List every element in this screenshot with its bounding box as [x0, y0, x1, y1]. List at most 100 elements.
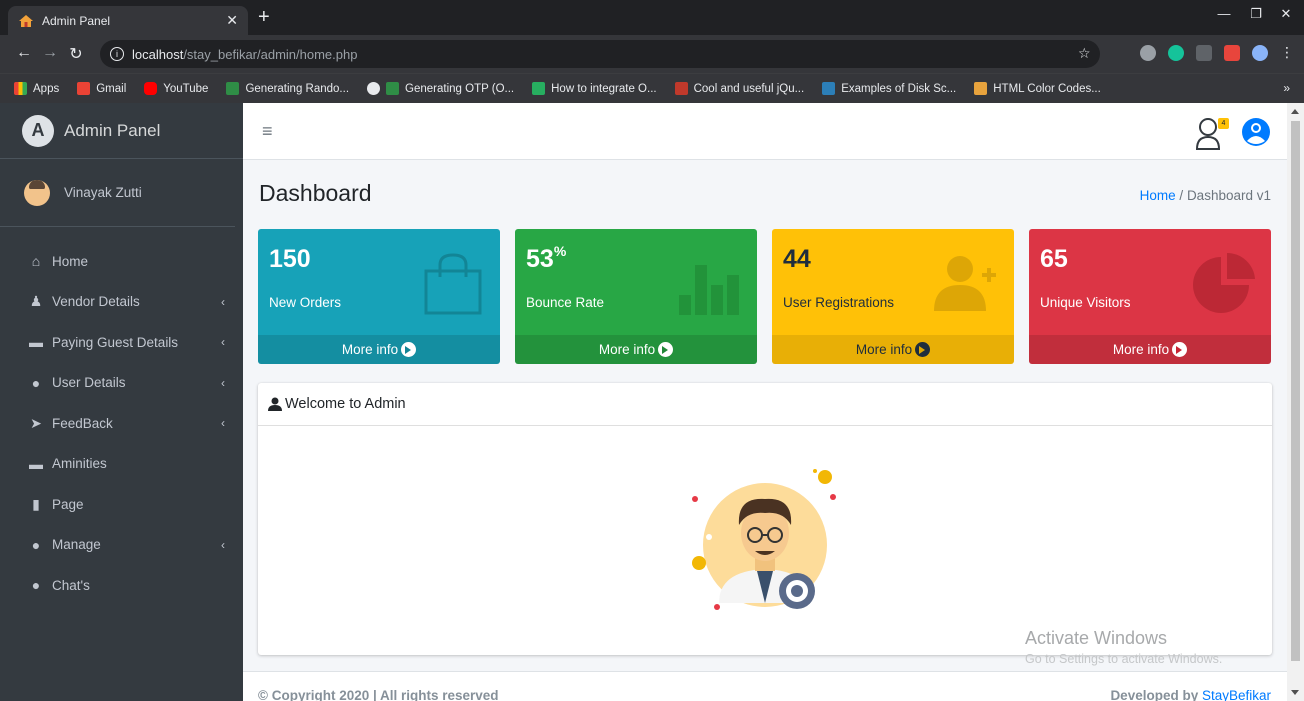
- site-info-icon[interactable]: i: [110, 47, 124, 61]
- more-info-link[interactable]: More info: [772, 335, 1014, 364]
- sidebar-item-manage[interactable]: ● Manage ‹: [0, 525, 243, 566]
- activate-windows-subtitle: Go to Settings to activate Windows.: [1025, 652, 1223, 666]
- chevron-left-icon: ‹: [221, 537, 225, 552]
- bookmark-star-icon[interactable]: ☆: [1078, 45, 1091, 62]
- stat-value: 150: [269, 245, 311, 273]
- main-content: ≡ 4 Dashboard Home / Dashboard v1 150 Ne…: [243, 103, 1287, 701]
- bed-icon: ▬: [29, 455, 43, 472]
- male-icon: ♟: [29, 293, 43, 310]
- user-panel[interactable]: Vinayak Zutti: [0, 159, 235, 227]
- forward-icon[interactable]: →: [40, 44, 60, 62]
- breadcrumb-home-link[interactable]: Home: [1140, 188, 1176, 203]
- profile-icon[interactable]: [1252, 44, 1268, 61]
- chevron-left-icon: ‹: [221, 294, 225, 309]
- bar-chart-icon: [679, 265, 739, 315]
- bookmark-youtube[interactable]: YouTube: [144, 82, 208, 95]
- page-footer: © Copyright 2020 | All rights reserved D…: [243, 671, 1287, 701]
- tab-close-icon[interactable]: ✕: [226, 12, 238, 29]
- new-tab-icon[interactable]: +: [258, 6, 270, 28]
- shopping-bag-icon: [424, 253, 482, 315]
- more-info-link[interactable]: More info: [258, 335, 500, 364]
- bookmark-disk-scheduling[interactable]: Examples of Disk Sc...: [822, 82, 956, 95]
- more-info-link[interactable]: More info: [515, 335, 757, 364]
- bookmark-cool-jquery[interactable]: Cool and useful jQu...: [674, 82, 804, 95]
- brand-link[interactable]: A Admin Panel: [0, 103, 243, 159]
- bookmark-apps[interactable]: Apps: [14, 82, 59, 95]
- chevron-left-icon: ‹: [221, 416, 225, 431]
- card-header: Welcome to Admin: [258, 383, 1272, 426]
- extension-s-icon[interactable]: [1196, 44, 1212, 61]
- page-title: Dashboard: [259, 180, 372, 206]
- bookmark-gmail[interactable]: Gmail: [77, 82, 126, 95]
- extension-new-icon[interactable]: [1224, 44, 1240, 61]
- more-info-link[interactable]: More info: [1029, 335, 1271, 364]
- avatar: [24, 179, 50, 206]
- minimize-icon[interactable]: —: [1214, 6, 1234, 21]
- sidebar-item-user-details[interactable]: ● User Details ‹: [0, 363, 243, 404]
- sidebar-item-feedback[interactable]: ➤ FeedBack ‹: [0, 403, 243, 444]
- house-favicon-icon: [19, 14, 33, 27]
- bookmark-html-color-codes[interactable]: HTML Color Codes...: [974, 82, 1101, 95]
- stat-value: 44: [783, 245, 811, 273]
- url-input[interactable]: i localhost/stay_befikar/admin/home.php: [100, 40, 1100, 68]
- back-icon[interactable]: ←: [14, 44, 34, 62]
- hamburger-menu-icon[interactable]: ≡: [262, 121, 273, 142]
- youtube-icon: [144, 82, 158, 95]
- breadcrumb-current: Dashboard v1: [1186, 188, 1271, 203]
- extension-shield-icon[interactable]: [1140, 44, 1156, 61]
- tab-title: Admin Panel: [42, 13, 111, 28]
- stat-box-unique-visitors: 65 Unique Visitors More info: [1029, 229, 1271, 364]
- sidebar-item-home[interactable]: ⌂ Home: [0, 241, 243, 282]
- url-path: /stay_befikar/admin/home.php: [183, 46, 358, 62]
- account-circle-icon[interactable]: [1241, 117, 1271, 147]
- s-icon: [532, 82, 546, 95]
- user-plus-icon: [934, 256, 996, 311]
- chevron-left-icon: ‹: [221, 375, 225, 390]
- restore-icon[interactable]: ❐: [1246, 6, 1266, 22]
- stat-label: User Registrations: [783, 295, 895, 310]
- bookmarks-overflow-icon[interactable]: »: [1283, 81, 1290, 95]
- top-navbar: ≡ 4: [243, 103, 1287, 160]
- sidebar-item-vendor-details[interactable]: ♟ Vendor Details ‹: [0, 282, 243, 323]
- bookmark-generating-otp[interactable]: Generating OTP (O...: [367, 82, 514, 95]
- gfg-icon: [226, 82, 240, 95]
- stat-box-user-registrations: 44 User Registrations More info: [772, 229, 1014, 364]
- sidebar-item-aminities[interactable]: ▬ Aminities: [0, 444, 243, 485]
- extension-grammarly-icon[interactable]: [1168, 44, 1184, 61]
- sidebar: A Admin Panel Vinayak Zutti ⌂ Home ♟ Ven…: [0, 103, 243, 701]
- bookmark-generating-random[interactable]: Generating Rando...: [226, 82, 349, 95]
- arrow-circle-right-icon: [915, 342, 931, 357]
- sidebar-item-page[interactable]: ▮ Page: [0, 484, 243, 525]
- url-host: localhost: [132, 46, 184, 62]
- chevron-left-icon: ‹: [221, 335, 225, 350]
- address-bar: ← → ↻ i localhost/stay_befikar/admin/hom…: [0, 35, 1304, 73]
- close-window-icon[interactable]: ✕: [1276, 6, 1296, 22]
- extension-icons: ⋮: [1140, 44, 1294, 61]
- stat-label: New Orders: [269, 295, 342, 310]
- comments-icon: ●: [31, 577, 41, 594]
- stat-boxes: 150 New Orders More info 53% Bounce Rate…: [258, 229, 1272, 364]
- menu-kebab-icon[interactable]: ⋮: [1280, 44, 1294, 61]
- cs-icon: [822, 82, 836, 95]
- bookmarks-bar: Apps Gmail YouTube Generating Rando... G…: [0, 73, 1304, 103]
- gmail-icon: [77, 82, 91, 95]
- sidebar-item-chats[interactable]: ● Chat's: [0, 565, 243, 606]
- scroll-up-icon[interactable]: [1291, 109, 1299, 114]
- welcome-card: Welcome to Admin: [258, 383, 1272, 655]
- brand-text: Admin Panel: [64, 120, 161, 140]
- scroll-thumb[interactable]: [1291, 121, 1300, 661]
- scroll-down-icon[interactable]: [1291, 690, 1299, 695]
- bookmark-how-to-integrate[interactable]: How to integrate O...: [532, 82, 657, 95]
- page-scrollbar[interactable]: [1287, 103, 1304, 701]
- users-icon: ●: [31, 374, 41, 391]
- paper-plane-icon: ➤: [30, 414, 42, 431]
- card-title: Welcome to Admin: [285, 396, 406, 412]
- developer-link[interactable]: StayBefikar: [1202, 688, 1271, 701]
- globe-icon: [367, 82, 381, 95]
- reload-icon[interactable]: ↻: [66, 44, 86, 64]
- stat-box-bounce-rate: 53% Bounce Rate More info: [515, 229, 757, 364]
- browser-tab[interactable]: Admin Panel ✕: [8, 6, 248, 35]
- sidebar-item-paying-guest-details[interactable]: ▬ Paying Guest Details ‹: [0, 322, 243, 363]
- stat-label: Unique Visitors: [1040, 295, 1131, 310]
- arrow-circle-right-icon: [1172, 342, 1188, 357]
